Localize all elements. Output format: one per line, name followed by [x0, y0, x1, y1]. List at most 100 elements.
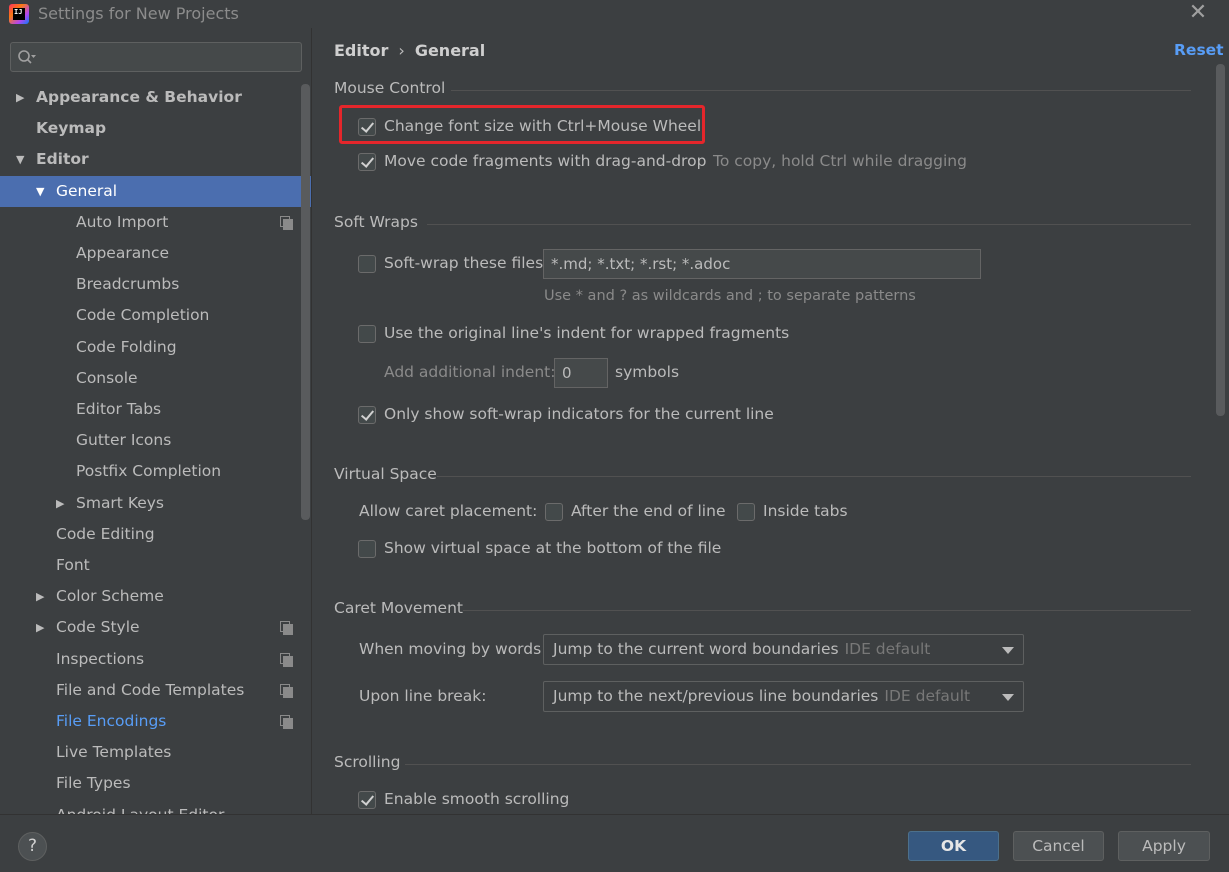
breadcrumb-separator: ›	[398, 41, 405, 60]
sidebar-item-file-encodings[interactable]: File Encodings	[0, 706, 300, 737]
sidebar-item-editor-tabs[interactable]: Editor Tabs	[0, 394, 300, 425]
content-scrollbar[interactable]	[1216, 64, 1225, 416]
change-font-size-label: Change font size with Ctrl+Mouse Wheel	[384, 117, 702, 135]
move-code-hint: To copy, hold Ctrl while dragging	[713, 152, 967, 170]
section-divider	[427, 224, 1191, 225]
chevron-down-icon	[1002, 694, 1014, 701]
sidebar-item-appearance[interactable]: Appearance	[0, 238, 300, 269]
dialog-footer: ? OK Cancel Apply	[0, 814, 1229, 872]
sidebar-item-breadcrumbs[interactable]: Breadcrumbs	[0, 269, 300, 300]
move-code-fragments-checkbox[interactable]	[358, 153, 376, 171]
section-title-caret-movement: Caret Movement	[334, 599, 463, 617]
moving-by-words-value: Jump to the current word boundaries	[553, 640, 839, 658]
cancel-button[interactable]: Cancel	[1013, 831, 1104, 861]
show-virtual-space-checkbox[interactable]	[358, 540, 376, 558]
sidebar-item-keymap[interactable]: Keymap	[0, 113, 300, 144]
expand-arrow-icon[interactable]: ▼	[36, 176, 44, 207]
sidebar-item-code-folding[interactable]: Code Folding	[0, 332, 300, 363]
inside-tabs-checkbox[interactable]	[737, 503, 755, 521]
caret-placement-label: Allow caret placement:	[359, 502, 538, 520]
intellij-icon: IJ	[9, 4, 29, 24]
sidebar-item-label: Android Layout Editor	[56, 800, 224, 814]
sidebar-item-inspections[interactable]: Inspections	[0, 644, 300, 675]
close-icon[interactable]: ✕	[1186, 2, 1210, 26]
sidebar-item-postfix-completion[interactable]: Postfix Completion	[0, 456, 300, 487]
sidebar-item-appearance-behavior[interactable]: ▶ Appearance & Behavior	[0, 82, 300, 113]
sidebar-item-label: Code Completion	[76, 306, 210, 325]
line-break-label: Upon line break:	[359, 687, 487, 705]
line-break-dropdown[interactable]: Jump to the next/previous line boundarie…	[543, 681, 1024, 712]
copy-icon	[280, 621, 293, 636]
section-divider	[437, 476, 1191, 477]
wildcard-hint: Use * and ? as wildcards and ; to separa…	[544, 288, 916, 304]
sidebar-item-code-style[interactable]: ▶ Code Style	[0, 612, 300, 643]
moving-by-words-label: When moving by words:	[359, 640, 547, 658]
sidebar-item-file-types[interactable]: File Types	[0, 768, 300, 799]
collapse-arrow-icon[interactable]: ▶	[36, 612, 44, 643]
breadcrumb-parent[interactable]: Editor	[334, 41, 388, 60]
breadcrumb: Editor › General	[334, 41, 485, 60]
soft-wrap-files-checkbox[interactable]	[358, 255, 376, 273]
collapse-arrow-icon[interactable]: ▶	[56, 488, 64, 519]
settings-content: Editor › General Reset Mouse Control Chang…	[313, 28, 1229, 814]
search-input[interactable]	[10, 42, 302, 72]
sidebar-item-label: Postfix Completion	[76, 462, 222, 481]
sidebar-item-code-editing[interactable]: Code Editing	[0, 519, 300, 550]
sidebar-item-font[interactable]: Font	[0, 550, 300, 581]
only-current-line-checkbox[interactable]	[358, 406, 376, 424]
apply-button[interactable]: Apply	[1118, 831, 1210, 861]
sidebar-scrollbar[interactable]	[301, 84, 310, 520]
copy-icon	[280, 715, 293, 729]
original-indent-checkbox[interactable]	[358, 325, 376, 343]
additional-indent-input[interactable]: 0	[554, 358, 608, 388]
section-title-virtual-space: Virtual Space	[334, 465, 437, 483]
sidebar-item-label: File and Code Templates	[56, 680, 245, 699]
reset-link[interactable]: Reset	[1174, 41, 1224, 59]
soft-wrap-files-input[interactable]: *.md; *.txt; *.rst; *.adoc	[543, 249, 981, 279]
line-break-hint: IDE default	[884, 687, 971, 705]
sidebar-item-label: Smart Keys	[76, 493, 164, 512]
sidebar-item-label: Code Folding	[76, 337, 177, 356]
sidebar-item-android-layout-editor[interactable]: Android Layout Editor	[0, 800, 300, 814]
sidebar-item-label: Code Style	[56, 618, 140, 637]
section-divider	[451, 90, 1191, 91]
after-end-of-line-checkbox[interactable]	[545, 503, 563, 521]
search-icon	[18, 50, 36, 64]
expand-arrow-icon[interactable]: ▼	[16, 144, 24, 175]
moving-by-words-hint: IDE default	[844, 640, 931, 658]
ok-button[interactable]: OK	[908, 831, 999, 861]
sidebar-item-code-completion[interactable]: Code Completion	[0, 300, 300, 331]
sidebar-item-auto-import[interactable]: Auto Import	[0, 207, 300, 238]
sidebar-item-label: Appearance & Behavior	[36, 88, 242, 106]
sidebar-item-console[interactable]: Console	[0, 363, 300, 394]
smooth-scrolling-label: Enable smooth scrolling	[384, 790, 570, 808]
smooth-scrolling-checkbox[interactable]	[358, 791, 376, 809]
sidebar-item-label: Keymap	[36, 119, 107, 138]
settings-sidebar: ▶ Appearance & Behavior Keymap ▼ Editor ▼ Gene…	[0, 28, 312, 814]
section-divider	[405, 764, 1191, 765]
copy-icon	[280, 652, 293, 667]
sidebar-item-file-and-code-templates[interactable]: File and Code Templates	[0, 675, 300, 706]
sidebar-item-gutter-icons[interactable]: Gutter Icons	[0, 425, 300, 456]
sidebar-item-label: Auto Import	[76, 212, 169, 231]
sidebar-item-live-templates[interactable]: Live Templates	[0, 737, 300, 768]
move-code-fragments-label: Move code fragments with drag-and-drop	[384, 152, 707, 170]
sidebar-item-smart-keys[interactable]: ▶ Smart Keys	[0, 488, 300, 519]
sidebar-item-color-scheme[interactable]: ▶ Color Scheme	[0, 581, 300, 612]
sidebar-item-editor[interactable]: ▼ Editor	[0, 144, 300, 175]
sidebar-item-label: Appearance	[76, 244, 170, 262]
change-font-size-checkbox[interactable]	[358, 118, 376, 136]
sidebar-item-general[interactable]: ▼ General	[0, 175, 311, 207]
section-title-mouse-control: Mouse Control	[334, 79, 446, 97]
soft-wrap-files-label: Soft-wrap these files:	[384, 254, 549, 272]
original-indent-label: Use the original line's indent for wrapp…	[384, 324, 790, 342]
collapse-arrow-icon[interactable]: ▶	[16, 82, 24, 113]
sidebar-item-label: File Types	[56, 774, 131, 793]
only-current-line-label: Only show soft-wrap indicators for the c…	[384, 405, 774, 423]
copy-icon	[280, 683, 293, 698]
moving-by-words-dropdown[interactable]: Jump to the current word boundaries IDE d…	[543, 634, 1024, 665]
line-break-value: Jump to the next/previous line boundarie…	[553, 687, 879, 705]
help-icon[interactable]: ?	[18, 832, 47, 861]
chevron-down-icon	[1002, 647, 1014, 654]
collapse-arrow-icon[interactable]: ▶	[36, 581, 44, 612]
